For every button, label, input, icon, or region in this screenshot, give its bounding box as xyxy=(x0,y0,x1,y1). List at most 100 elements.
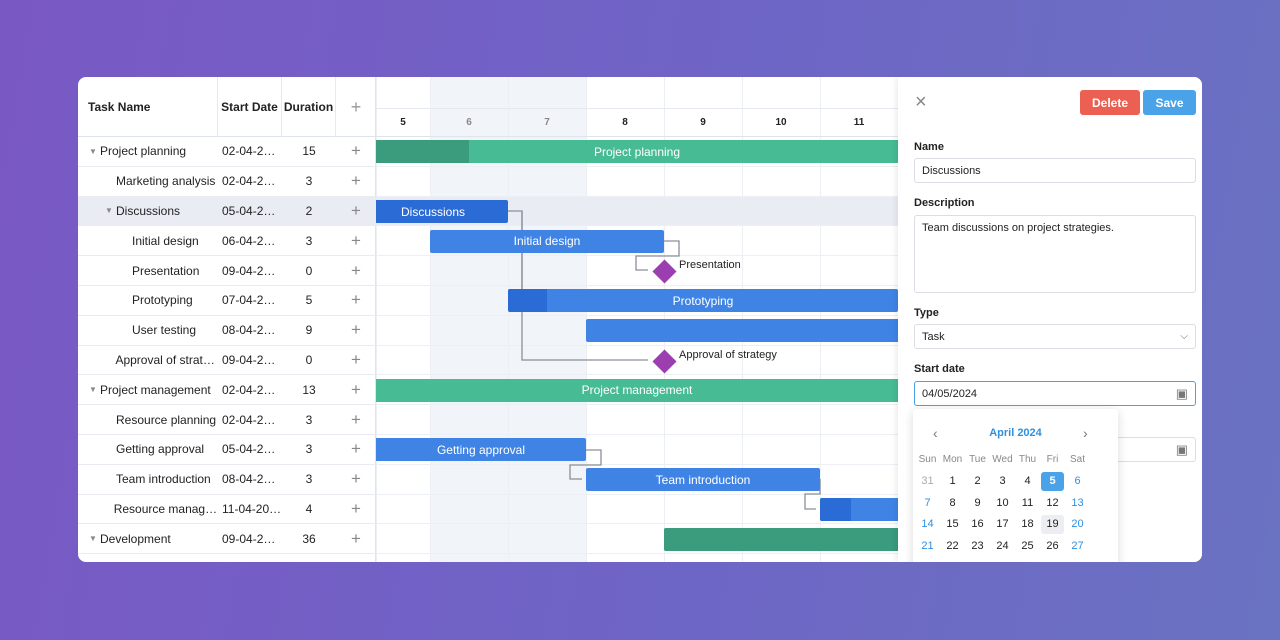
add-subtask-button[interactable]: + xyxy=(336,380,376,400)
project-bar[interactable]: Development xyxy=(664,527,898,551)
table-row[interactable]: Resource management 11-04-2024 4 + xyxy=(78,495,376,525)
add-subtask-button[interactable]: + xyxy=(336,439,376,459)
table-row[interactable]: User testing 08-04-2024 9 + xyxy=(78,316,376,346)
table-row[interactable]: Getting approval 05-04-2024 3 + xyxy=(78,435,376,465)
add-subtask-button[interactable]: + xyxy=(336,141,376,161)
table-row[interactable]: Presentation 09-04-2024 0 + xyxy=(78,256,376,286)
calendar-day[interactable]: 21 xyxy=(916,536,939,556)
task-bar[interactable]: Prototyping xyxy=(508,289,898,313)
table-row[interactable]: Approval of strategy 09-04-2024 0 + xyxy=(78,346,376,376)
duration-cell: 2 xyxy=(305,203,313,218)
calendar-day[interactable]: 8 xyxy=(941,493,964,513)
calendar-day[interactable]: 3 xyxy=(991,472,1014,492)
project-bar[interactable]: Project planning xyxy=(376,140,898,164)
calendar-day[interactable]: 27 xyxy=(1066,536,1089,556)
calendar-day[interactable]: 24 xyxy=(991,536,1014,556)
calendar-icon[interactable]: ▣ xyxy=(1176,386,1188,402)
save-button[interactable]: Save xyxy=(1143,90,1196,115)
next-month-button[interactable]: › xyxy=(1083,425,1088,441)
column-task-name[interactable]: Task Name xyxy=(78,77,218,137)
start-date-cell: 02-04-2024 xyxy=(222,412,282,427)
add-subtask-button[interactable]: + xyxy=(336,171,376,191)
add-subtask-button[interactable]: + xyxy=(336,201,376,221)
start-date-input[interactable]: 04/05/2024 ▣ xyxy=(914,381,1196,406)
task-bar[interactable]: Getting approval xyxy=(376,438,586,462)
table-row[interactable]: Marketing analysis 02-04-2024 3 + xyxy=(78,167,376,197)
calendar-day[interactable]: 10 xyxy=(991,493,1014,513)
add-subtask-button[interactable]: + xyxy=(336,499,376,519)
collapse-toggle-icon[interactable]: ▼ xyxy=(86,147,100,156)
column-duration[interactable]: Duration xyxy=(282,77,336,137)
calendar-day[interactable]: 4 xyxy=(1016,472,1039,492)
table-row[interactable]: ▼ Development 09-04-2024 36 + xyxy=(78,524,376,555)
start-date-cell: 09-04-2024 xyxy=(222,531,282,546)
add-subtask-button[interactable]: + xyxy=(336,320,376,340)
calendar-day[interactable]: 11 xyxy=(1016,493,1039,513)
calendar-day[interactable]: 22 xyxy=(941,536,964,556)
table-row[interactable]: ▼ Project planning 02-04-2024 15 + xyxy=(78,137,376,167)
table-row[interactable]: Team introduction 08-04-2024 3 + xyxy=(78,465,376,495)
collapse-toggle-icon[interactable]: ▼ xyxy=(86,534,100,543)
add-subtask-button[interactable]: + xyxy=(336,290,376,310)
add-subtask-button[interactable]: + xyxy=(336,469,376,489)
grid-header: Task Name Start Date Duration + xyxy=(78,77,376,137)
calendar-day[interactable]: 13 xyxy=(1066,493,1089,513)
description-label: Description xyxy=(914,197,975,209)
task-bar[interactable]: Team introduction xyxy=(586,468,820,492)
task-bar[interactable]: Initial design xyxy=(430,229,664,253)
add-subtask-button[interactable]: + xyxy=(336,410,376,430)
collapse-toggle-icon[interactable]: ▼ xyxy=(86,385,100,394)
calendar-day[interactable]: 31 xyxy=(916,472,939,492)
calendar-day[interactable]: 15 xyxy=(941,515,964,535)
calendar-day[interactable]: 2 xyxy=(966,472,989,492)
table-row[interactable]: Prototyping 07-04-2024 5 + xyxy=(78,286,376,316)
table-row[interactable]: ▼ Project management 02-04-2024 13 + xyxy=(78,375,376,406)
calendar-day[interactable]: 5 xyxy=(1041,471,1064,491)
bar-label: Project planning xyxy=(593,144,681,159)
add-subtask-button[interactable]: + xyxy=(336,231,376,251)
calendar-day[interactable]: 17 xyxy=(991,515,1014,535)
calendar-day[interactable]: 23 xyxy=(966,536,989,556)
task-name-cell: Approval of strategy xyxy=(78,353,218,367)
weekday-label: Fri xyxy=(1046,454,1059,466)
calendar-days: Sun Mon Tue Wed Thu Fri Sat 31 1 2 3 4 5 6 7 8 9 10 11 12 13… xyxy=(915,449,1090,557)
task-bar[interactable]: Resource management xyxy=(820,498,898,521)
calendar-day[interactable]: 12 xyxy=(1041,493,1064,513)
task-name-cell: Prototyping xyxy=(78,293,218,307)
calendar-day[interactable]: 1 xyxy=(941,472,964,492)
calendar-day[interactable]: 19 xyxy=(1041,514,1064,534)
task-name-cell: Presentation xyxy=(78,264,218,278)
description-textarea[interactable]: Team discussions on project strategies. xyxy=(914,215,1196,293)
calendar-day[interactable]: 16 xyxy=(966,515,989,535)
add-subtask-button[interactable]: + xyxy=(336,529,376,549)
table-row[interactable]: ▼ Discussions 05-04-2024 2 + xyxy=(78,196,376,227)
name-label: Name xyxy=(914,141,944,153)
task-bar[interactable]: Discussions xyxy=(376,200,508,223)
column-start-date[interactable]: Start Date xyxy=(218,77,282,137)
add-subtask-button[interactable]: + xyxy=(336,350,376,370)
add-subtask-button[interactable]: + xyxy=(336,261,376,281)
task-bar[interactable]: User testing xyxy=(586,319,898,343)
collapse-toggle-icon[interactable]: ▼ xyxy=(102,206,116,215)
task-name-cell: ▼ Discussions xyxy=(78,204,218,218)
table-row[interactable]: Initial design 06-04-2024 3 + xyxy=(78,226,376,257)
calendar-day[interactable]: 20 xyxy=(1066,515,1089,535)
calendar-day[interactable]: 6 xyxy=(1066,472,1089,492)
table-row[interactable]: Resource planning 02-04-2024 3 + xyxy=(78,405,376,435)
close-icon[interactable]: × xyxy=(915,92,927,112)
delete-button[interactable]: Delete xyxy=(1080,90,1140,115)
start-date-cell: 07-04-2024 xyxy=(222,293,282,308)
calendar-day[interactable]: 14 xyxy=(916,515,939,535)
calendar-day[interactable]: 9 xyxy=(966,493,989,513)
calendar-day[interactable]: 26 xyxy=(1041,536,1064,556)
add-task-header-button[interactable]: + xyxy=(336,77,376,137)
duration-cell: 36 xyxy=(302,531,316,546)
calendar-day[interactable]: 25 xyxy=(1016,536,1039,556)
type-select[interactable]: Task ⌵ xyxy=(914,324,1196,349)
project-bar[interactable]: Project management xyxy=(376,378,898,402)
calendar-day[interactable]: 7 xyxy=(916,493,939,513)
name-input[interactable]: Discussions xyxy=(914,158,1196,183)
calendar-icon[interactable]: ▣ xyxy=(1176,442,1188,458)
calendar-day[interactable]: 18 xyxy=(1016,515,1039,535)
start-date-cell: 09-04-2024 xyxy=(222,352,282,367)
